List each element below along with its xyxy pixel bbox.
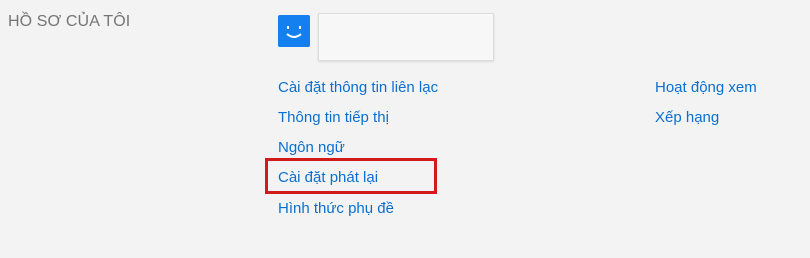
section-heading: HỒ SƠ CỦA TÔI (8, 13, 131, 30)
viewing-activity-link[interactable]: Hoạt động xem (655, 79, 757, 97)
language-link[interactable]: Ngôn ngữ (278, 139, 345, 157)
subtitle-appearance-link[interactable]: Hình thức phụ đề (278, 200, 394, 218)
ratings-link[interactable]: Xếp hạng (655, 109, 719, 127)
contact-settings-link[interactable]: Cài đặt thông tin liên lạc (278, 79, 438, 97)
profile-avatar[interactable] (278, 15, 310, 47)
playback-settings-link[interactable]: Cài đặt phát lại (278, 169, 378, 187)
smiley-face-icon (286, 26, 302, 38)
profile-name-box (318, 13, 494, 61)
marketing-info-link[interactable]: Thông tin tiếp thị (278, 109, 389, 127)
